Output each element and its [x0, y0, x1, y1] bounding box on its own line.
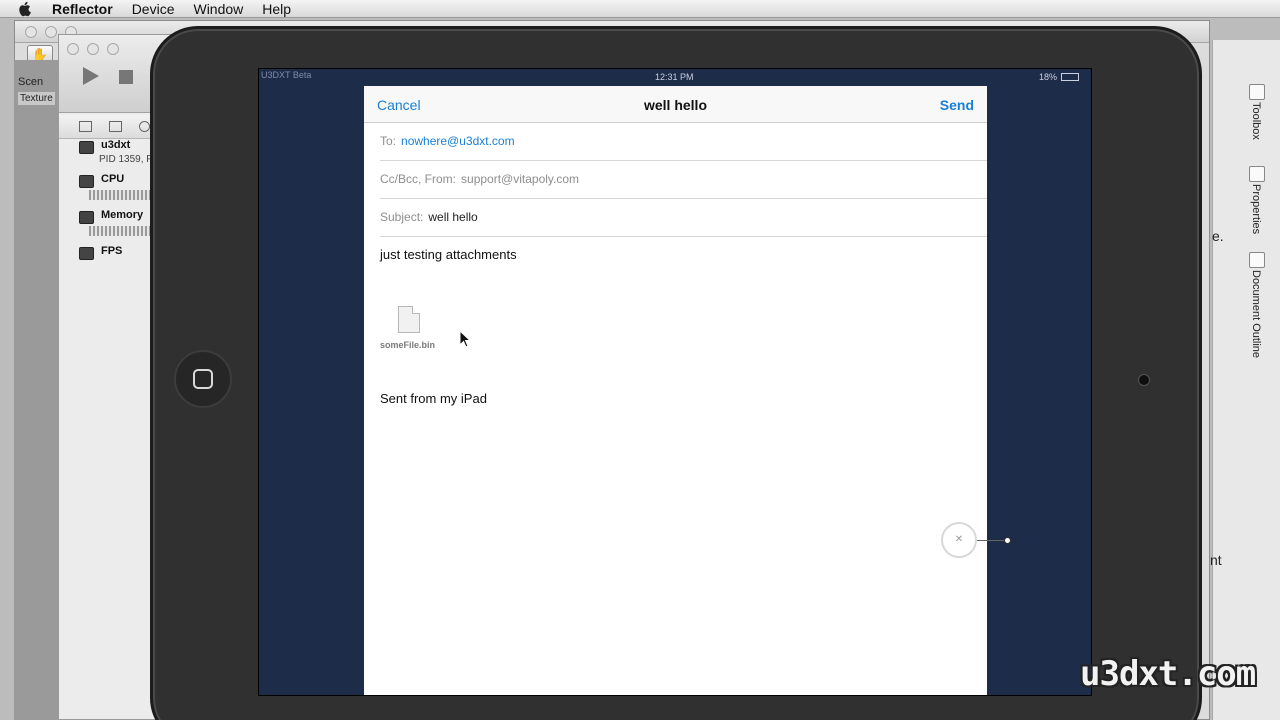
mail-compose-sheet: Cancel well hello Send To: nowhere@u3dxt.… [364, 86, 987, 695]
to-field[interactable]: To: nowhere@u3dxt.com [380, 123, 987, 161]
compose-title: well hello [643, 97, 707, 113]
battery-percent: 18% [1039, 72, 1058, 82]
subject-value[interactable]: well hello [428, 210, 477, 224]
home-button[interactable] [174, 350, 232, 408]
close-button[interactable] [25, 26, 37, 38]
profiler-minimize-button[interactable] [87, 43, 99, 55]
app-icon [79, 141, 94, 154]
scene-panel: Scen Texture [14, 60, 58, 720]
ccbcc-label: Cc/Bcc, From: [380, 172, 457, 186]
menu-device[interactable]: Device [132, 0, 175, 18]
inspector-panel [1212, 40, 1280, 720]
battery-icon [1061, 73, 1079, 81]
document-outline-icon[interactable] [1249, 252, 1265, 268]
subject-label: Subject: [380, 210, 424, 224]
search-icon[interactable] [139, 121, 150, 132]
to-label: To: [380, 134, 397, 148]
front-camera [1138, 374, 1150, 386]
ccbcc-field[interactable]: Cc/Bcc, From: support@vitapoly.com [380, 161, 987, 199]
toolbox-tab[interactable]: Toolbox [1250, 102, 1262, 140]
apple-menu-icon[interactable] [18, 1, 32, 17]
carrier-label: U3DXT Beta [261, 70, 312, 80]
menu-bar: Reflector Device Window Help [0, 0, 1280, 18]
properties-tab[interactable]: Properties [1250, 184, 1262, 234]
profiler-zoom-button[interactable] [107, 43, 119, 55]
memory-label: Memory [101, 209, 144, 221]
fps-icon [79, 247, 94, 260]
process-pid: PID 1359, P [99, 154, 153, 165]
status-bar: U3DXT Beta 12:31 PM 18% [259, 69, 1091, 85]
folder-icon[interactable] [79, 121, 92, 132]
menu-app-reflector[interactable]: Reflector [52, 0, 113, 18]
scene-tab[interactable]: Scen [18, 76, 43, 88]
document-outline-tab[interactable]: Document Outline [1250, 270, 1262, 358]
hierarchy-icon[interactable] [109, 121, 122, 132]
cpu-icon [79, 175, 94, 188]
watermark: u3dxt.com [1080, 654, 1256, 694]
process-name: u3dxt [101, 139, 131, 151]
touch-indicator-line [977, 540, 1005, 541]
menu-help[interactable]: Help [262, 0, 291, 18]
cpu-label: CPU [101, 173, 125, 185]
profiler-close-button[interactable] [67, 43, 79, 55]
attachment[interactable]: someFile.bin [380, 306, 442, 350]
ipad-screen: U3DXT Beta 12:31 PM 18% Cancel well hell… [258, 68, 1092, 696]
touch-indicator-dot [1004, 537, 1011, 544]
toolbox-icon[interactable] [1249, 84, 1265, 100]
memory-icon [79, 211, 94, 224]
properties-icon[interactable] [1249, 166, 1265, 182]
signature: Sent from my iPad [380, 391, 487, 406]
home-square-icon [193, 369, 213, 389]
from-address: support@vitapoly.com [461, 172, 580, 186]
inspector-partial-text-2: nt [1210, 552, 1222, 568]
minimize-button[interactable] [45, 26, 57, 38]
menu-window[interactable]: Window [193, 0, 243, 18]
compose-navbar: Cancel well hello Send [364, 86, 987, 123]
stop-icon[interactable] [119, 70, 133, 84]
touch-center-icon: ✕ [954, 534, 964, 545]
attachment-name: someFile.bin [380, 340, 436, 350]
play-icon[interactable] [83, 67, 99, 85]
touch-indicator: ✕ [941, 522, 977, 558]
mouse-cursor-icon [459, 330, 471, 348]
to-recipient[interactable]: nowhere@u3dxt.com [401, 134, 515, 148]
fps-label: FPS [101, 245, 123, 257]
file-icon [398, 306, 420, 333]
send-button[interactable]: Send [940, 97, 974, 113]
texture-tab[interactable]: Texture [18, 92, 55, 105]
message-body[interactable]: just testing attachments [380, 247, 517, 262]
status-time: 12:31 PM [655, 72, 694, 82]
subject-field[interactable]: Subject: well hello [380, 199, 987, 237]
inspector-partial-text: e. [1212, 228, 1224, 244]
